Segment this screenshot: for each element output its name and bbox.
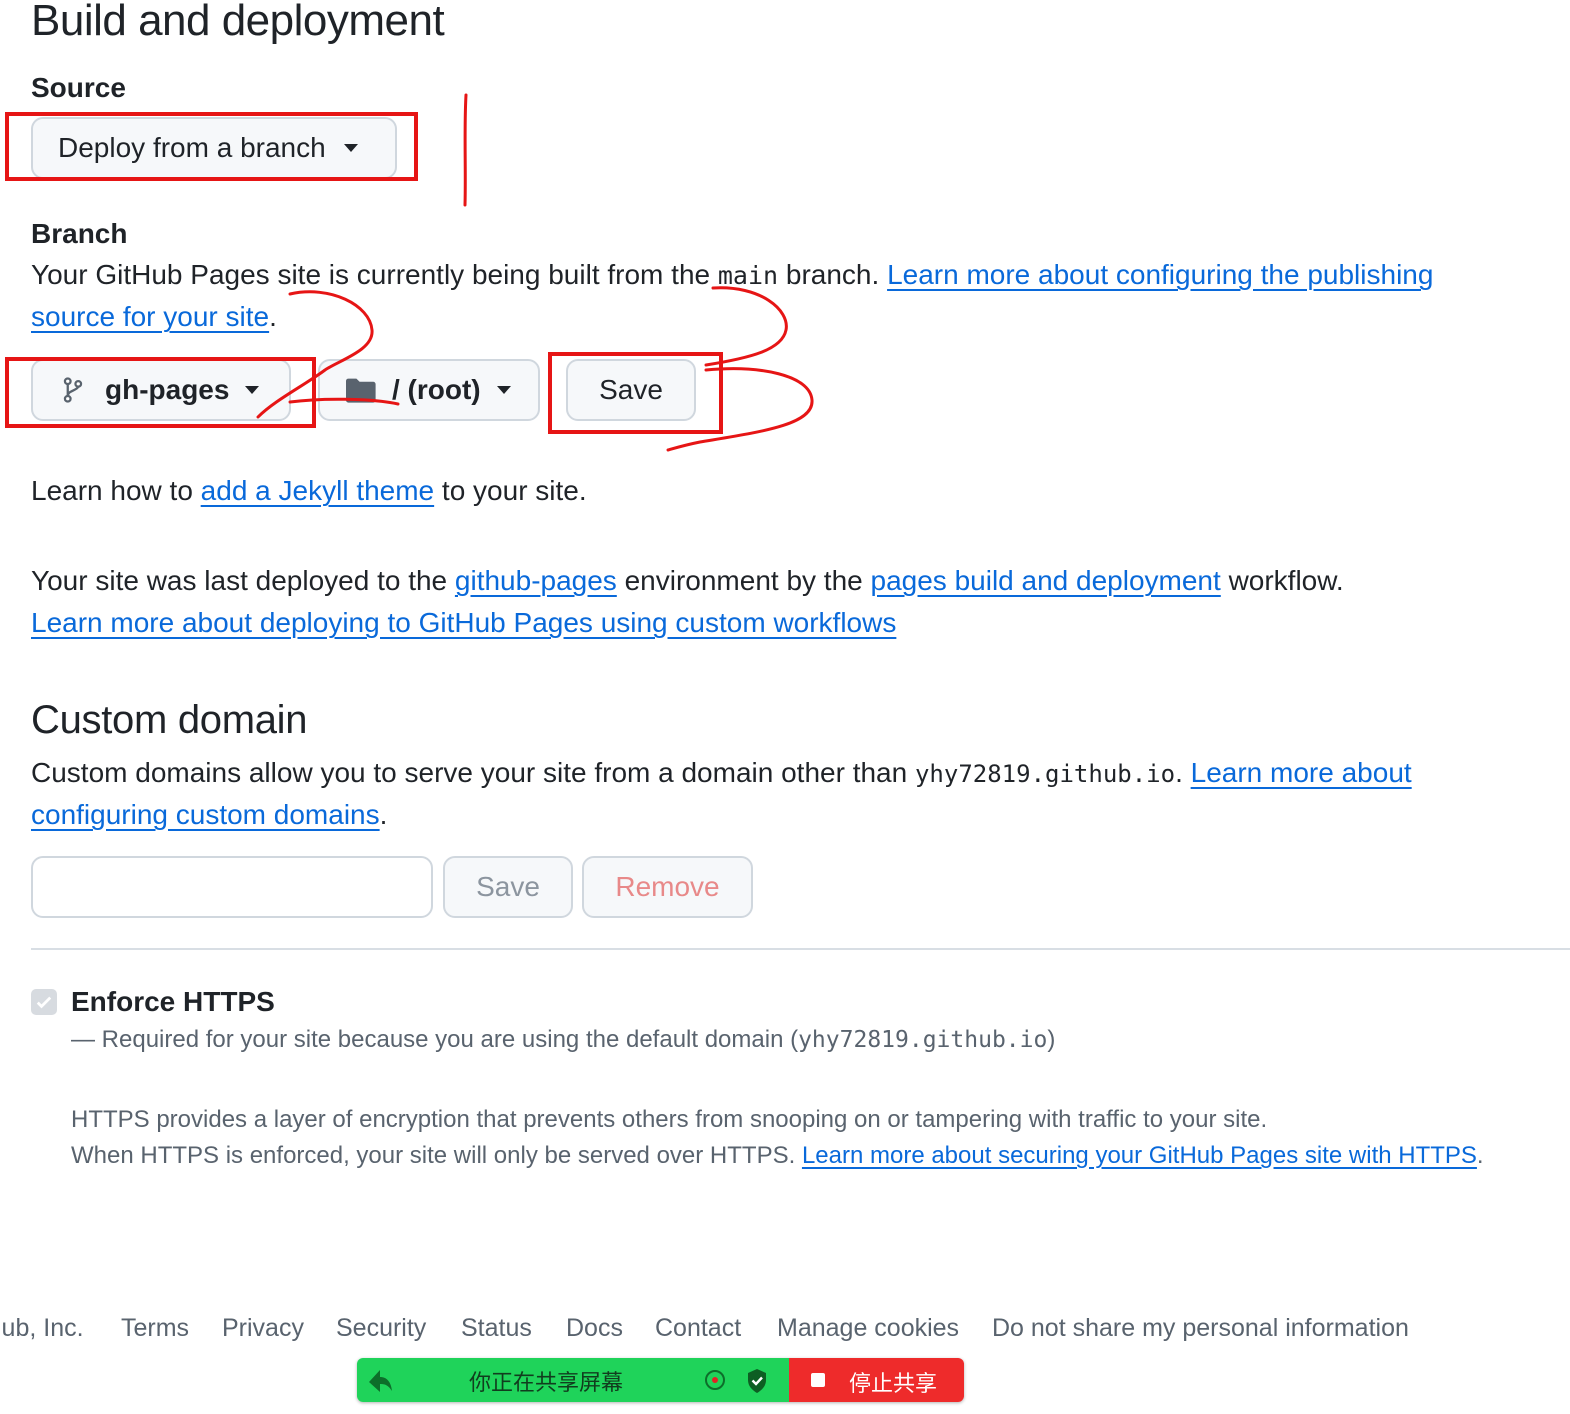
- annotation-scribbles: [256, 93, 814, 452]
